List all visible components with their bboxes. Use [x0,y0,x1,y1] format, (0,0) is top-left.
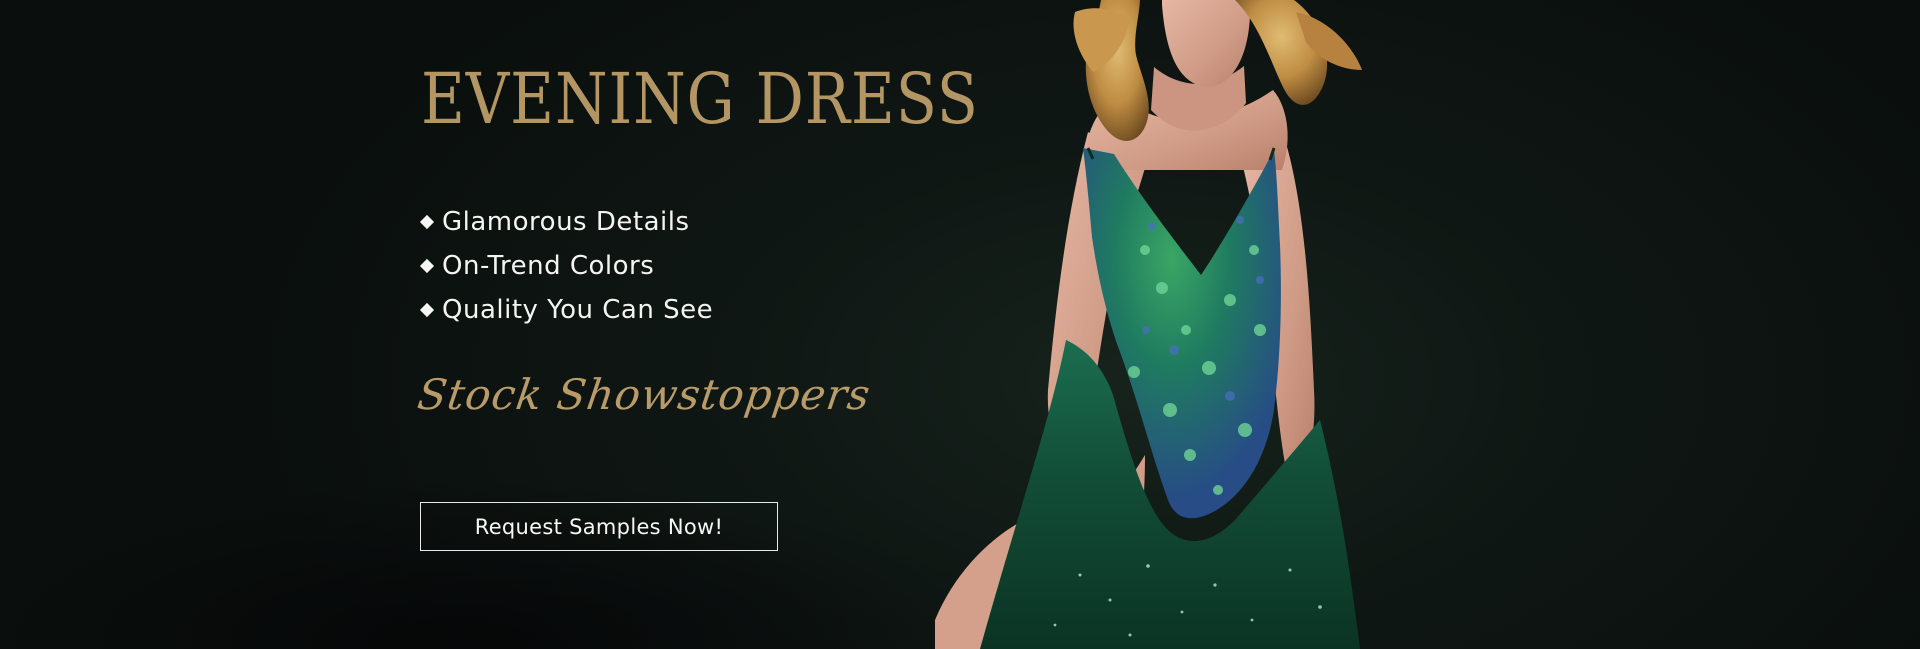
request-samples-button[interactable]: Request Samples Now! [420,502,778,551]
feature-label: Quality You Can See [442,295,714,325]
hero-banner[interactable]: EVENING DRESS Glamorous Details On-Trend… [0,0,1920,649]
diamond-bullet-icon [419,214,435,230]
page-title: EVENING DRESS [421,58,979,140]
diamond-bullet-icon [419,258,435,274]
feature-label: On-Trend Colors [442,251,655,281]
list-item: Quality You Can See [419,288,713,332]
diamond-bullet-icon [419,302,435,318]
script-tagline: Stock Showstoppers [414,370,874,419]
list-item: Glamorous Details [419,200,713,244]
list-item: On-Trend Colors [419,244,713,288]
model-photo [900,0,1520,649]
feature-list: Glamorous Details On-Trend Colors Qualit… [419,200,713,332]
feature-label: Glamorous Details [442,207,690,237]
